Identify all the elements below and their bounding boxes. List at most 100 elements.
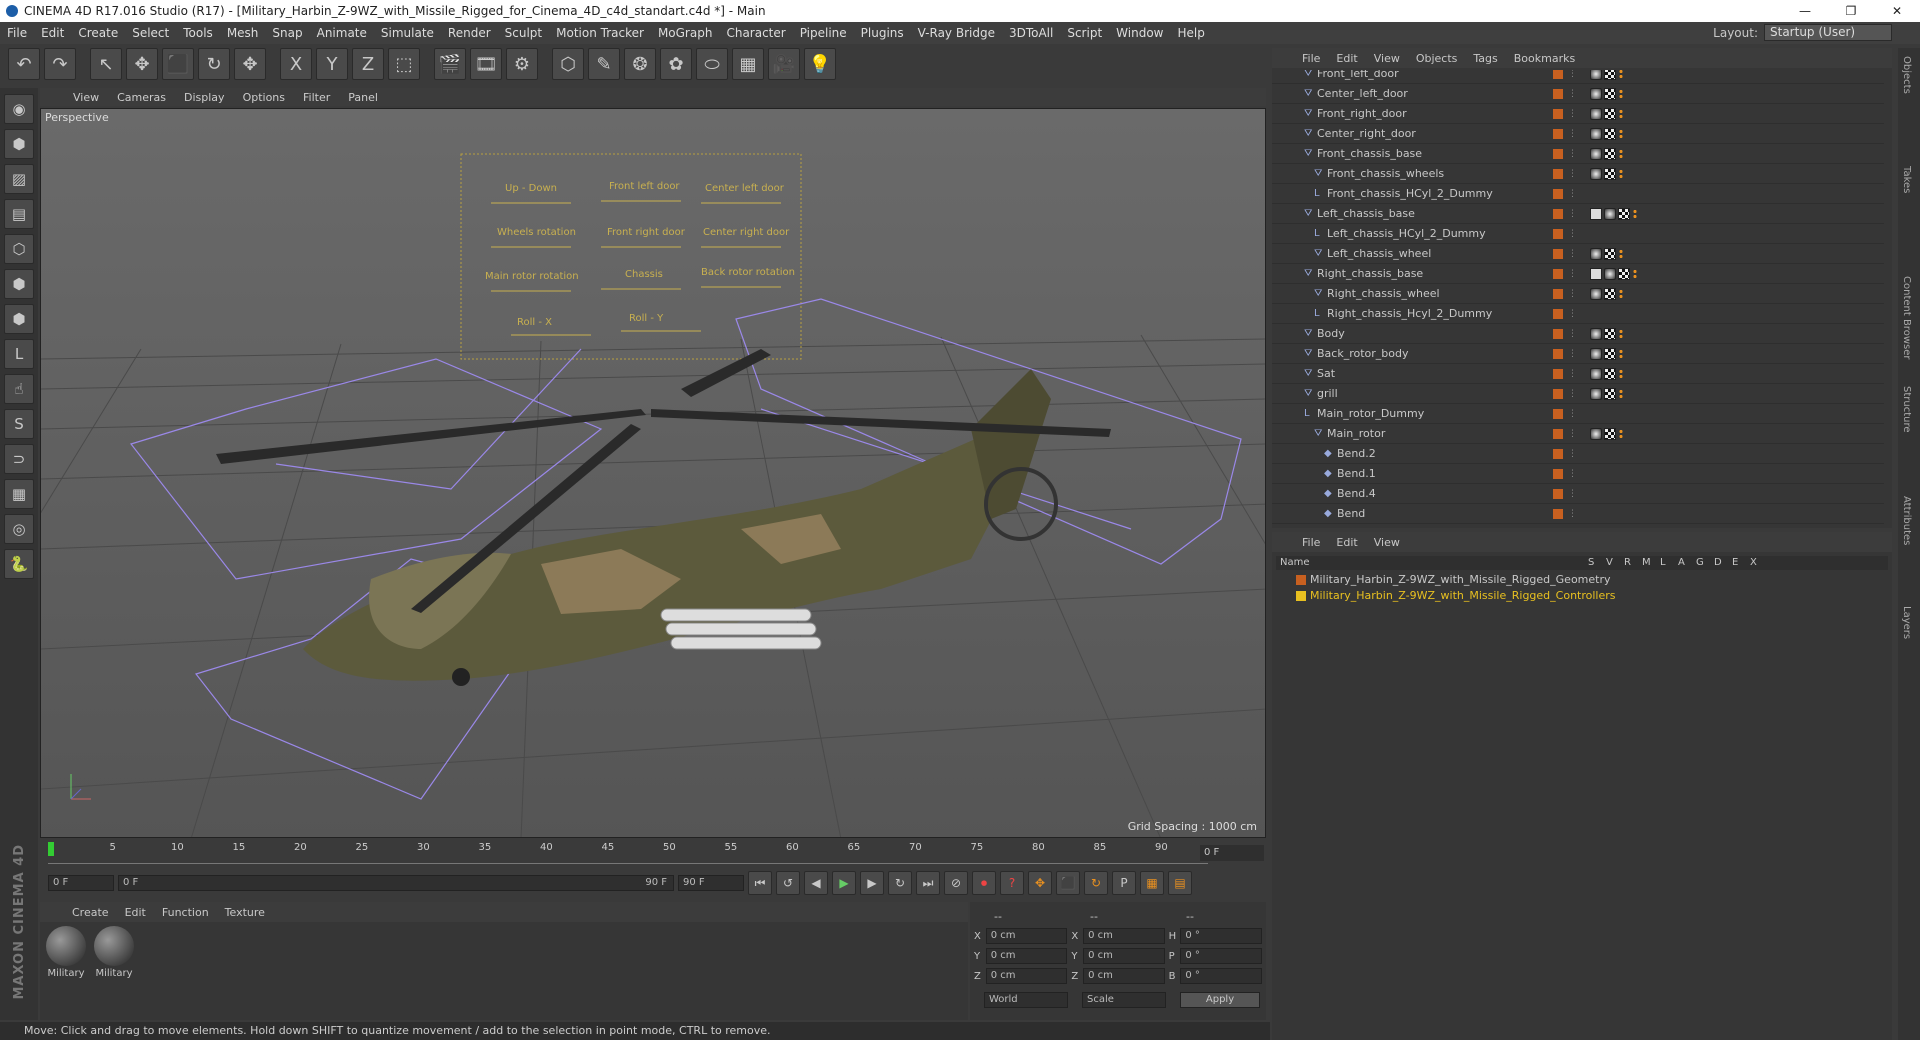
material-tag-icon[interactable]	[1590, 87, 1602, 100]
menu-item-tools[interactable]: Tools	[176, 26, 220, 40]
rotate-icon[interactable]: ↻	[198, 48, 230, 80]
visibility-toggle-icon[interactable]: ⋮	[1568, 169, 1577, 179]
deformer-icon[interactable]: ⬭	[696, 48, 728, 80]
maximize-button[interactable]: ❐	[1828, 0, 1874, 22]
material-tag-icon[interactable]	[1590, 347, 1602, 360]
move-icon[interactable]: ✥	[126, 48, 158, 80]
object-row[interactable]: ◆ Bend.2 ⋮	[1272, 444, 1884, 464]
display-tag-icon[interactable]	[1618, 328, 1624, 339]
object-row[interactable]: L Main_rotor_Dummy ⋮	[1272, 404, 1884, 424]
parameter-key-icon[interactable]: P	[1112, 871, 1136, 895]
menu-item-script[interactable]: Script	[1060, 26, 1109, 40]
viewport-menu-panel[interactable]: Panel	[339, 91, 387, 104]
visibility-toggle-icon[interactable]: ⋮	[1568, 189, 1577, 199]
object-row[interactable]: ⛛ Front_right_door ⋮	[1272, 104, 1884, 124]
visibility-toggle-icon[interactable]: ⋮	[1568, 469, 1577, 479]
record-icon[interactable]: ⏺	[972, 871, 996, 895]
ik-tag-icon[interactable]	[1590, 267, 1602, 280]
side-tab-structure[interactable]: Structure	[1901, 386, 1912, 433]
subdivision-icon[interactable]: ❂	[624, 48, 656, 80]
object-row[interactable]: ⛛ Center_left_door ⋮	[1272, 84, 1884, 104]
pen-icon[interactable]: ✎	[588, 48, 620, 80]
visibility-toggle-icon[interactable]: ⋮	[1568, 309, 1577, 319]
scale-icon[interactable]: ⬛	[162, 48, 194, 80]
coord-mode-dropdown[interactable]: Scale	[1082, 992, 1166, 1008]
object-menu-view[interactable]: View	[1366, 52, 1408, 65]
coord-value-field[interactable]: 0 cm	[985, 968, 1068, 984]
side-tab-attributes[interactable]: Attributes	[1901, 496, 1912, 545]
cube-icon[interactable]: ⬡	[552, 48, 584, 80]
material-tag-icon[interactable]	[1590, 147, 1602, 160]
menu-item-file[interactable]: File	[0, 26, 34, 40]
coord-value-field[interactable]: 0 cm	[1083, 948, 1165, 964]
visibility-toggle-icon[interactable]: ⋮	[1568, 389, 1577, 399]
material-menu-function[interactable]: Function	[154, 906, 217, 919]
material-tag-icon[interactable]	[1590, 127, 1602, 140]
array-icon[interactable]: ✿	[660, 48, 692, 80]
menu-item-simulate[interactable]: Simulate	[374, 26, 441, 40]
material-tag-icon[interactable]	[1590, 70, 1602, 80]
display-tag-icon[interactable]	[1618, 348, 1624, 359]
texture-tag-icon[interactable]	[1604, 247, 1616, 260]
model-mode-icon[interactable]: ⬢	[4, 129, 34, 159]
previous-key-icon[interactable]: ↺	[776, 871, 800, 895]
material-tag-icon[interactable]	[1590, 247, 1602, 260]
display-tag-icon[interactable]	[1618, 248, 1624, 259]
viewport-menu-display[interactable]: Display	[175, 91, 234, 104]
visibility-toggle-icon[interactable]: ⋮	[1568, 429, 1577, 439]
previous-frame-icon[interactable]: ◀	[804, 871, 828, 895]
menu-item-motion-tracker[interactable]: Motion Tracker	[549, 26, 651, 40]
object-row[interactable]: ⛛ Right_chassis_wheel ⋮	[1272, 284, 1884, 304]
display-tag-icon[interactable]	[1632, 268, 1638, 279]
viewport-menu-cameras[interactable]: Cameras	[108, 91, 175, 104]
object-row[interactable]: ⛛ Body ⋮	[1272, 324, 1884, 344]
menu-item-select[interactable]: Select	[125, 26, 176, 40]
display-tag-icon[interactable]	[1618, 368, 1624, 379]
object-row[interactable]: ⛛ Main_rotor ⋮	[1272, 424, 1884, 444]
display-tag-icon[interactable]	[1618, 168, 1624, 179]
material-tag-icon[interactable]	[1604, 207, 1616, 220]
menu-item-3dtoall[interactable]: 3DToAll	[1002, 26, 1060, 40]
play-icon[interactable]: ▶	[832, 871, 856, 895]
texture-mode-icon[interactable]: ▨	[4, 164, 34, 194]
current-frame-field[interactable]: 0 F	[1200, 845, 1264, 861]
coord-space-dropdown[interactable]: World	[984, 992, 1068, 1008]
timeline-ruler[interactable]: 051015202530354045505560657075808590	[48, 842, 1208, 864]
polygons-mode-icon[interactable]: ⬢	[4, 304, 34, 334]
texture-tag-icon[interactable]	[1604, 87, 1616, 100]
visibility-toggle-icon[interactable]: ⋮	[1568, 369, 1577, 379]
material-menu-edit[interactable]: Edit	[117, 906, 154, 919]
object-row[interactable]: ⛛ Right_chassis_base ⋮	[1272, 264, 1884, 284]
object-menu-tags[interactable]: Tags	[1465, 52, 1505, 65]
material-swatch[interactable]: Military	[44, 926, 88, 979]
menu-item-help[interactable]: Help	[1170, 26, 1211, 40]
material-tag-icon[interactable]	[1590, 367, 1602, 380]
timeline[interactable]: 051015202530354045505560657075808590 0 F	[40, 840, 1266, 866]
object-menu-edit[interactable]: Edit	[1328, 52, 1365, 65]
coord-value-field[interactable]: 0 °	[1180, 968, 1262, 984]
close-button[interactable]: ✕	[1874, 0, 1920, 22]
visibility-toggle-icon[interactable]: ⋮	[1568, 209, 1577, 219]
menu-item-character[interactable]: Character	[719, 26, 792, 40]
display-tag-icon[interactable]	[1618, 288, 1624, 299]
coord-value-field[interactable]: 0 °	[1180, 928, 1262, 944]
visibility-toggle-icon[interactable]: ⋮	[1568, 149, 1577, 159]
display-tag-icon[interactable]	[1618, 108, 1624, 119]
visibility-toggle-icon[interactable]: ⋮	[1568, 129, 1577, 139]
next-frame-icon[interactable]: ▶	[860, 871, 884, 895]
grid-snap-icon[interactable]: ▦	[4, 479, 34, 509]
texture-tag-icon[interactable]	[1604, 367, 1616, 380]
next-key-icon[interactable]: ↻	[888, 871, 912, 895]
object-row[interactable]: ⛛ Front_chassis_wheels ⋮	[1272, 164, 1884, 184]
axis-icon[interactable]: L	[4, 339, 34, 369]
object-row[interactable]: L Front_chassis_HCyl_2_Dummy ⋮	[1272, 184, 1884, 204]
viewport-menu-view[interactable]: View	[64, 91, 108, 104]
coord-value-field[interactable]: 0 cm	[985, 948, 1068, 964]
object-row[interactable]: ⛛ Back_rotor_body ⋮	[1272, 344, 1884, 364]
edges-mode-icon[interactable]: ⬢	[4, 269, 34, 299]
points-mode-icon[interactable]: ⬡	[4, 234, 34, 264]
go-to-end-icon[interactable]: ⏭	[916, 871, 940, 895]
material-tag-icon[interactable]	[1590, 107, 1602, 120]
coord-value-field[interactable]: 0 cm	[985, 928, 1068, 944]
texture-tag-icon[interactable]	[1604, 127, 1616, 140]
